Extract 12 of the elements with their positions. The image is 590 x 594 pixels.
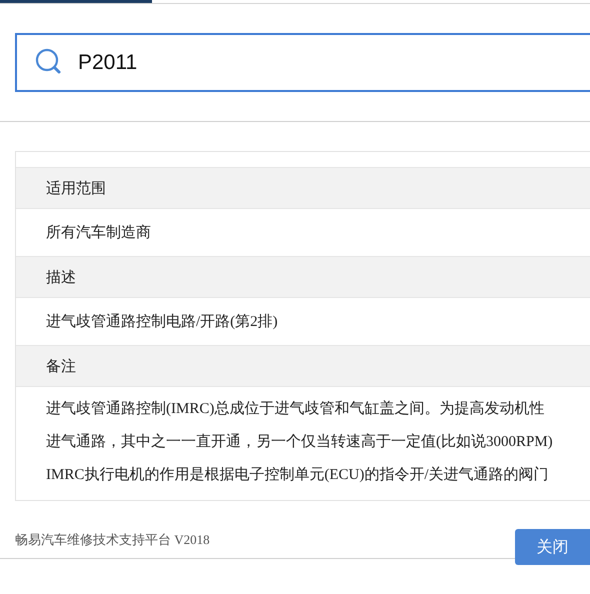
section-text: 进气歧管通路控制电路/开路(第2排) (46, 312, 279, 332)
search-field[interactable]: P2011 (15, 33, 590, 92)
search-icon (35, 48, 63, 76)
section-text: 所有汽车制造商 (46, 224, 152, 242)
section-text: 进气通路，其中之一一直开通，另一个仅当转速高于一定值(比如说3000RPM) (46, 432, 554, 452)
section-text: IMRC执行电机的作用是根据电子控制单元(ECU)的指令开/关进气通路的阀门 (46, 465, 550, 485)
section-heading: 描述 (46, 268, 76, 286)
section-heading: 适用范围 (46, 180, 106, 198)
section-text: 进气歧管通路控制(IMRC)总成位于进气歧管和气缸盖之间。为提高发动机性 (46, 399, 546, 419)
section-heading: 备注 (46, 358, 76, 376)
footer-text: 畅易汽车维修技术支持平台 V2018 (15, 531, 210, 549)
close-button[interactable]: 关闭 (515, 529, 590, 565)
